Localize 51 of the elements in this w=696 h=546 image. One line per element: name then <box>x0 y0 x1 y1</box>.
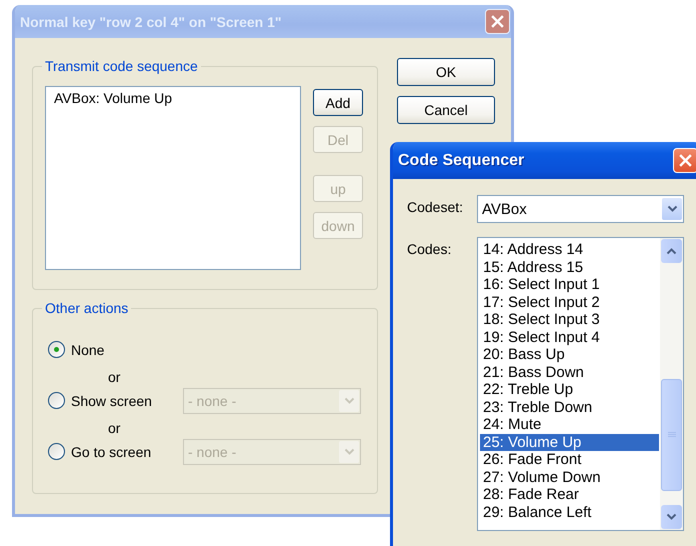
scroll-up-button[interactable] <box>661 239 682 263</box>
window-title: Normal key "row 2 col 4" on "Screen 1" <box>19 14 282 30</box>
push-button[interactable]: Add <box>313 89 363 116</box>
list-item[interactable]: 22: Treble Up <box>480 381 659 398</box>
radio-button[interactable]: Go to screen <box>48 443 183 460</box>
codes-list[interactable] <box>477 237 684 531</box>
separator-label: or <box>107 368 122 387</box>
field-label: Codes: <box>407 240 452 259</box>
close-icon <box>491 15 504 28</box>
list-item[interactable]: 15: Address 15 <box>480 258 659 276</box>
push-button[interactable]: OK <box>397 58 495 86</box>
list-item[interactable]: 27: Volume Down <box>480 468 659 486</box>
list-item[interactable]: 20: Bass Up <box>480 346 659 364</box>
dropdown-value: - none - <box>188 392 236 408</box>
sequence-list[interactable]: AVBox: Volume Up <box>45 86 301 270</box>
list-item[interactable]: 14: Address 14 <box>480 241 659 258</box>
radio-button[interactable]: None <box>48 341 183 358</box>
close-icon <box>679 154 692 167</box>
list-item[interactable]: 25: Volume Up <box>480 434 659 451</box>
dropdown-arrow-button[interactable] <box>662 198 682 220</box>
dropdown-value: - none - <box>188 444 236 460</box>
chevron-up-icon <box>666 247 677 255</box>
scroll-thumb[interactable] <box>661 379 682 491</box>
grip-icon <box>668 432 676 438</box>
radio-button[interactable]: Show screen <box>48 392 183 409</box>
list-item[interactable]: 26: Fade Front <box>480 451 659 468</box>
group-label: Transmit code sequence <box>44 58 199 74</box>
chevron-down-icon <box>344 396 354 404</box>
list-item[interactable]: 16: Select Input 1 <box>480 276 659 294</box>
separator-label: or <box>107 419 122 438</box>
list-item[interactable]: 21: Bass Down <box>480 364 659 381</box>
chevron-down-icon <box>666 205 678 213</box>
dropdown-field[interactable]: AVBox <box>477 195 684 223</box>
window-title: Code Sequencer <box>397 152 524 170</box>
list-item[interactable]: AVBox: Volume Up <box>54 89 292 107</box>
close-button[interactable] <box>485 9 510 34</box>
dropdown-value: AVBox <box>482 200 527 218</box>
scroll-down-button[interactable] <box>661 505 682 529</box>
list-item[interactable]: 29: Balance Left <box>480 504 659 521</box>
push-button[interactable]: Cancel <box>397 96 495 124</box>
list-item[interactable]: 17: Select Input 2 <box>480 294 659 311</box>
group-label: Other actions <box>44 300 130 316</box>
scrollbar[interactable] <box>660 238 683 530</box>
list-item[interactable]: 18: Select Input 3 <box>480 311 659 328</box>
list-item[interactable]: 19: Select Input 4 <box>480 328 659 346</box>
list-item[interactable]: 24: Mute <box>480 416 659 434</box>
list-item[interactable]: 28: Fade Rear <box>480 486 659 504</box>
chevron-down-icon <box>666 513 677 521</box>
list-item[interactable]: 23: Treble Down <box>480 398 659 416</box>
chevron-down-icon <box>344 448 354 456</box>
field-label: Codeset: <box>407 198 464 217</box>
